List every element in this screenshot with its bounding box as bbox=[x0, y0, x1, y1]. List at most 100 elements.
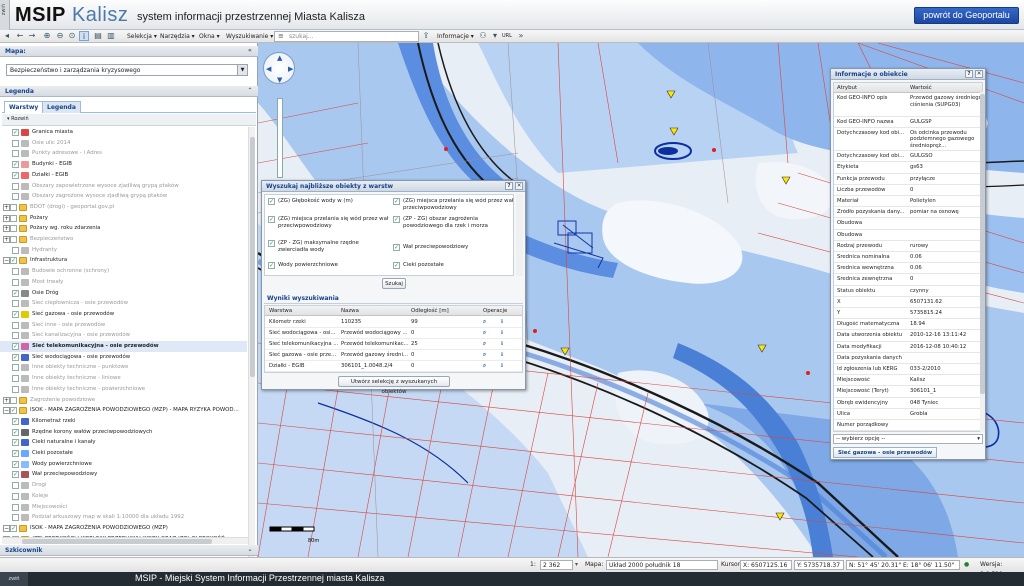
table-row[interactable]: Sieć wodociągowa - osi... Przewód wodocią… bbox=[265, 328, 522, 339]
tab-layers[interactable]: Warstwy bbox=[4, 101, 44, 113]
collapse-icon[interactable]: « bbox=[246, 47, 254, 55]
layer-checkbox[interactable] bbox=[12, 364, 19, 372]
expand-node-icon[interactable]: + bbox=[3, 203, 10, 211]
col-operations[interactable]: Operacje bbox=[483, 306, 507, 316]
col-layer[interactable]: Warstwa bbox=[269, 306, 292, 316]
layer-checkbox[interactable]: ✓ bbox=[12, 310, 19, 318]
layer-tree-item[interactable]: Punkty adresowe - i Adres bbox=[0, 148, 247, 159]
layer-checkbox[interactable]: ✓ bbox=[12, 417, 19, 425]
create-selection-button[interactable]: Utwórz selekcję z wyszukanych obiektów bbox=[338, 376, 450, 395]
layer-tree-item[interactable]: Sieć inne - osie przewodów bbox=[0, 320, 247, 331]
layer-checkbox[interactable]: ✓ bbox=[12, 161, 19, 169]
collapse-header-tab[interactable]: zwiń bbox=[0, 0, 10, 30]
layer-tab[interactable]: Sieć gazowa - osie przewodów bbox=[833, 447, 937, 458]
measure-icon[interactable]: ▥ bbox=[106, 31, 116, 41]
layer-tree-item[interactable]: Miejscowości bbox=[0, 502, 247, 513]
layer-checkbox[interactable] bbox=[12, 300, 19, 308]
layer-checkbox[interactable] bbox=[12, 332, 19, 340]
options-scrollbar[interactable] bbox=[516, 194, 523, 276]
layer-tree-item[interactable]: ✓ Sieć wodociągowa - osie przewodów bbox=[0, 352, 247, 363]
layer-tree-item[interactable]: Budowle ochronne (schrony) bbox=[0, 266, 247, 277]
layer-tree-item[interactable]: ✓ Wał przeciwpowodziowy bbox=[0, 469, 247, 480]
expand-icon[interactable]: » bbox=[516, 31, 526, 41]
search-go-icon[interactable]: ⇪ bbox=[421, 31, 431, 41]
collapse-node-icon[interactable]: − bbox=[3, 524, 10, 532]
pan-left-icon[interactable]: ◀ bbox=[266, 65, 271, 73]
map-select[interactable]: Bezpieczeństwo i zarządzania kryzysowego… bbox=[6, 64, 248, 76]
expand-node-icon[interactable]: + bbox=[3, 214, 10, 222]
forward-icon[interactable]: → bbox=[27, 31, 37, 41]
layer-tree-item[interactable]: Podział arkuszowy map w skali 1:10000 dl… bbox=[0, 512, 247, 523]
zoom-to-icon[interactable]: ⌕ bbox=[483, 317, 486, 328]
close-icon[interactable]: ✕ bbox=[975, 70, 983, 78]
layer-checkbox[interactable] bbox=[10, 214, 17, 222]
col-name[interactable]: Nazwa bbox=[341, 306, 359, 316]
pan-down-icon[interactable]: ▼ bbox=[277, 76, 282, 84]
layer-checkbox[interactable]: ✓ bbox=[12, 289, 19, 297]
layer-option-checkbox[interactable]: ✓ bbox=[268, 216, 275, 223]
layer-tree-item[interactable]: + Zagrożenie powodziowe bbox=[0, 395, 247, 406]
back-icon[interactable]: ← bbox=[15, 31, 25, 41]
dropdown-icon[interactable]: ▾ bbox=[490, 31, 500, 41]
full-extent-icon[interactable]: ⊙ bbox=[67, 31, 77, 41]
layer-tree-item[interactable]: − ✓ ISOK - MAPA ZAGROŻENIA POWODZIOWEGO (M… bbox=[0, 405, 247, 416]
expand-node-icon[interactable]: + bbox=[3, 396, 10, 404]
scrollbar-thumb[interactable] bbox=[250, 137, 255, 377]
close-icon[interactable]: ✕ bbox=[515, 182, 523, 190]
layer-checkbox[interactable] bbox=[12, 139, 19, 147]
layer-checkbox[interactable] bbox=[12, 182, 19, 190]
layer-tree-item[interactable]: ✓ Granica miasta bbox=[0, 127, 247, 138]
scale-dropdown-icon[interactable]: ▾ bbox=[575, 560, 578, 570]
layer-tree-item[interactable]: Drogi bbox=[0, 480, 247, 491]
collapse-up-icon[interactable]: ⌃ bbox=[246, 87, 254, 95]
layer-tree-item[interactable]: ✓ Osie Dróg bbox=[0, 288, 247, 299]
chevron-down-icon[interactable]: ▼ bbox=[237, 65, 247, 75]
layer-checkbox[interactable] bbox=[12, 321, 19, 329]
zoom-to-icon[interactable]: ⌕ bbox=[483, 328, 486, 339]
info-icon[interactable]: ℹ bbox=[501, 350, 503, 361]
layer-checkbox[interactable]: ✓ bbox=[12, 343, 19, 350]
layer-tree-item[interactable]: + Pożary wg. roku zdarzenia bbox=[0, 223, 247, 234]
layer-tree-item[interactable]: + Bezpieczeństwo bbox=[0, 234, 247, 245]
layer-checkbox[interactable] bbox=[12, 492, 19, 500]
pan-up-icon[interactable]: ▲ bbox=[277, 54, 282, 62]
options-select[interactable]: -- wybierz opcję -- ▾ bbox=[833, 434, 983, 444]
pan-right-icon[interactable]: ▶ bbox=[288, 65, 293, 73]
layer-tree-item[interactable]: Inne obiekty techniczne - punktowe bbox=[0, 362, 247, 373]
col-distance[interactable]: Odległość [m] bbox=[411, 306, 449, 316]
layer-checkbox[interactable]: ✓ bbox=[12, 450, 19, 457]
layer-tree-item[interactable]: ✓ Wody powierzchniowe bbox=[0, 459, 247, 470]
layer-checkbox[interactable] bbox=[12, 503, 19, 511]
layer-tree-item[interactable]: Sieć kanalizacyjna - osie przewodów bbox=[0, 330, 247, 341]
info-icon[interactable]: ℹ bbox=[501, 317, 503, 328]
layer-tree-item[interactable]: ✓ Cieki pozostałe bbox=[0, 448, 247, 459]
help-icon[interactable]: ? bbox=[965, 70, 973, 78]
layer-checkbox[interactable] bbox=[12, 246, 19, 254]
layer-checkbox[interactable]: ✓ bbox=[10, 524, 17, 532]
scale-input[interactable]: 2 362 bbox=[540, 560, 573, 570]
menu-tools[interactable]: Narzędzia ▾ bbox=[160, 32, 195, 41]
attribute-scrollbar[interactable] bbox=[980, 92, 985, 432]
menu-info[interactable]: Informacje ▾ bbox=[437, 32, 474, 41]
expand-tree-button[interactable]: Rozwiń bbox=[11, 116, 29, 122]
hscrollbar-thumb[interactable] bbox=[22, 539, 212, 544]
collapse-footer-tab[interactable]: zwiń bbox=[0, 572, 28, 586]
layer-tree-item[interactable]: + Pożary bbox=[0, 213, 247, 224]
layer-tree-item[interactable]: ✓ Budynki - EGIB bbox=[0, 159, 247, 170]
layer-option-checkbox[interactable]: ✓ bbox=[393, 198, 400, 205]
layer-checkbox[interactable]: ✓ bbox=[12, 171, 19, 179]
layer-tree-item[interactable]: − ✓ ISOK - MAPA ZAGROŻENIA POWODZIOWEGO (M… bbox=[0, 523, 247, 534]
layer-tree-item[interactable]: Koleje bbox=[0, 491, 247, 502]
layer-tree-item[interactable]: Obszary zapowietrzone wysoce zjadliwą gr… bbox=[0, 181, 247, 192]
layer-checkbox[interactable] bbox=[10, 225, 17, 233]
layer-checkbox[interactable] bbox=[10, 203, 17, 211]
layer-checkbox[interactable] bbox=[12, 278, 19, 286]
layer-tree-hscrollbar[interactable] bbox=[2, 537, 248, 544]
layer-checkbox[interactable] bbox=[10, 396, 17, 404]
zoom-to-icon[interactable]: ⌕ bbox=[483, 361, 486, 372]
pan-control[interactable]: ▲ ▼ ◀ ▶ bbox=[263, 52, 295, 84]
menu-selection[interactable]: Selekcja ▾ bbox=[127, 32, 157, 41]
layer-checkbox[interactable] bbox=[12, 268, 19, 276]
menu-search[interactable]: Wyszukiwanie ▾ bbox=[226, 32, 273, 41]
layer-tree-item[interactable]: Inne obiekty techniczne - powierzchniowe bbox=[0, 384, 247, 395]
